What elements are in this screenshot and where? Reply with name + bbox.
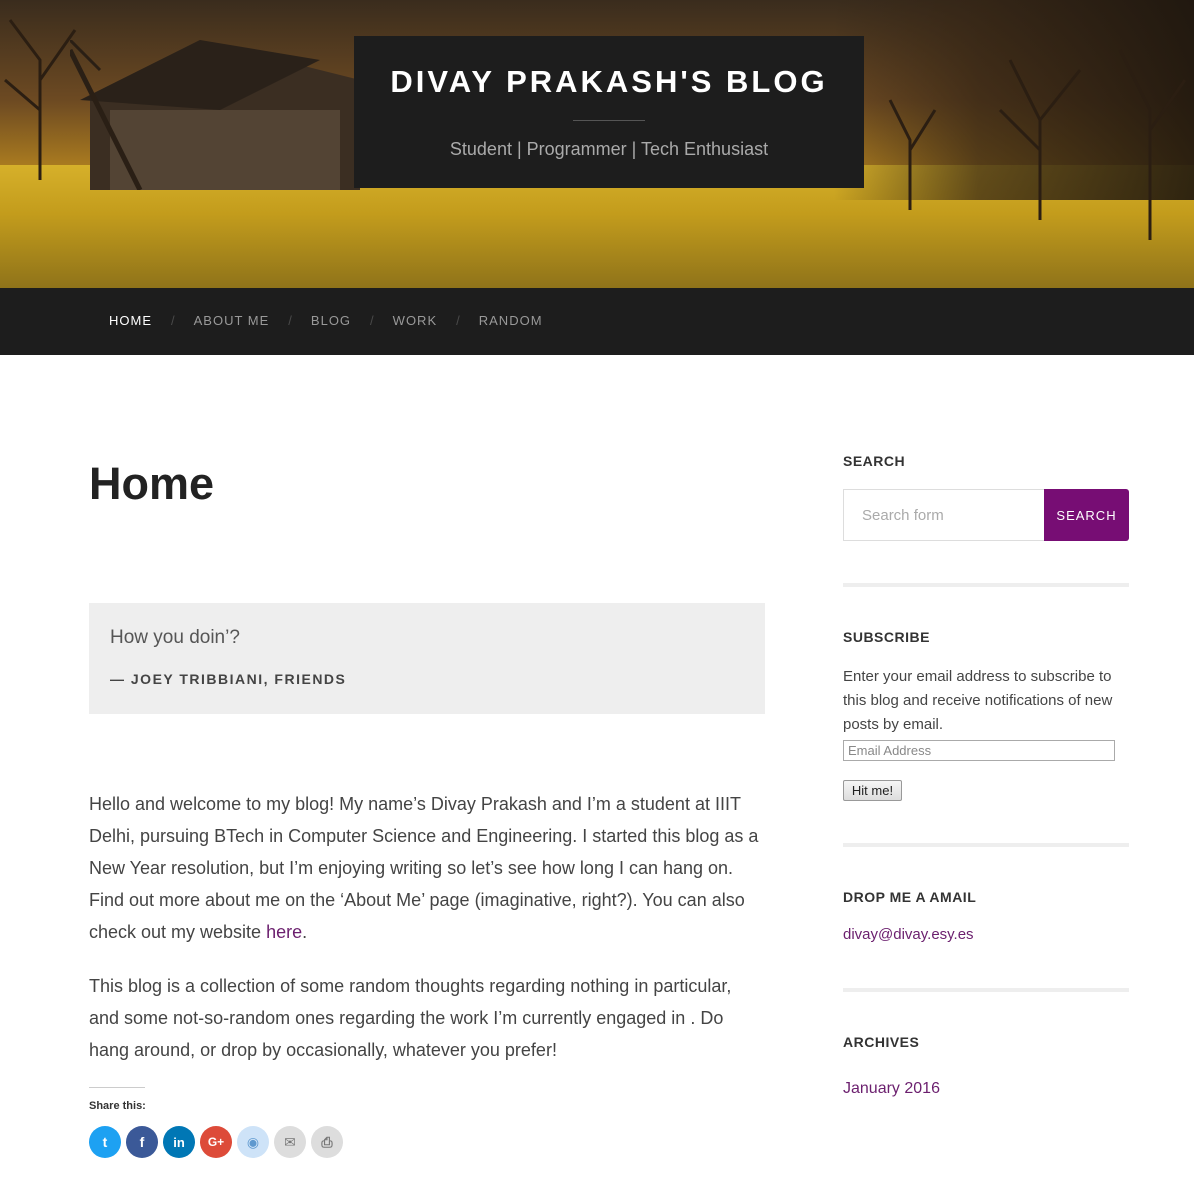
widget-divider	[843, 843, 1129, 847]
main-navigation: HOME / ABOUT ME / BLOG / WORK / RANDOM	[0, 288, 1194, 355]
subscribe-widget-title: SUBSCRIBE	[843, 629, 930, 645]
website-link[interactable]: here	[266, 922, 302, 942]
nav-separator: /	[370, 313, 374, 328]
subscribe-button[interactable]: Hit me!	[843, 780, 902, 801]
blog-description-paragraph: This blog is a collection of some random…	[89, 976, 732, 1060]
nav-item-home[interactable]: HOME	[109, 313, 152, 328]
post-content: Hello and welcome to my blog! My name’s …	[89, 788, 765, 1088]
site-description: Student | Programmer | Tech Enthusiast	[449, 139, 769, 159]
title-divider	[573, 120, 645, 121]
nav-separator: /	[456, 313, 460, 328]
widget-divider	[843, 583, 1129, 587]
intro-end: .	[302, 922, 308, 942]
contact-email-link[interactable]: divay@divay.esy.es	[843, 926, 974, 943]
intro-text: Hello and welcome to my blog! My name’s …	[89, 794, 759, 942]
share-divider	[89, 1087, 145, 1088]
search-widget-title: SEARCH	[843, 453, 906, 469]
twitter-icon[interactable]: t	[89, 1126, 121, 1158]
linkedin-icon[interactable]: in	[163, 1126, 195, 1158]
nav-item-random[interactable]: RANDOM	[479, 313, 543, 328]
google-plus-icon[interactable]: G+	[200, 1126, 232, 1158]
nav-item-work[interactable]: WORK	[393, 313, 437, 328]
share-section: Share this: t f in G+ ◉ ✉ ⎙	[89, 1087, 348, 1158]
widget-divider	[843, 988, 1129, 992]
nav-list: HOME / ABOUT ME / BLOG / WORK / RANDOM	[109, 313, 543, 328]
intro-paragraph: Hello and welcome to my blog! My name’s …	[89, 788, 765, 948]
nav-separator: /	[288, 313, 292, 328]
archive-link-january-2016[interactable]: January 2016	[843, 1080, 940, 1098]
nav-separator: /	[171, 313, 175, 328]
search-input[interactable]	[843, 489, 1045, 541]
header-image: DIVAY PRAKASH'S BLOG Student | Programme…	[0, 0, 1194, 288]
search-button[interactable]: SEARCH	[1044, 489, 1129, 541]
email-icon[interactable]: ✉	[274, 1126, 306, 1158]
archives-widget-title: ARCHIVES	[843, 1034, 920, 1050]
email-address-input[interactable]	[843, 740, 1115, 761]
page-title: Home	[89, 458, 215, 509]
nav-item-about-me[interactable]: ABOUT ME	[194, 313, 270, 328]
reddit-icon[interactable]: ◉	[237, 1126, 269, 1158]
blockquote: How you doin’? — JOEY TRIBBIANI, FRIENDS	[89, 603, 765, 714]
subscribe-description: Enter your email address to subscribe to…	[843, 668, 1113, 733]
share-icons: t f in G+ ◉ ✉ ⎙	[89, 1126, 348, 1158]
share-label: Share this:	[89, 1100, 146, 1112]
quote-text: How you doin’?	[110, 627, 240, 648]
site-title-box: DIVAY PRAKASH'S BLOG Student | Programme…	[354, 36, 864, 188]
email-widget-title: DROP ME A AMAIL	[843, 889, 977, 905]
print-icon[interactable]: ⎙	[311, 1126, 343, 1158]
quote-citation: — JOEY TRIBBIANI, FRIENDS	[110, 671, 347, 687]
nav-item-blog[interactable]: BLOG	[311, 313, 351, 328]
site-title[interactable]: DIVAY PRAKASH'S BLOG	[354, 64, 864, 100]
facebook-icon[interactable]: f	[126, 1126, 158, 1158]
